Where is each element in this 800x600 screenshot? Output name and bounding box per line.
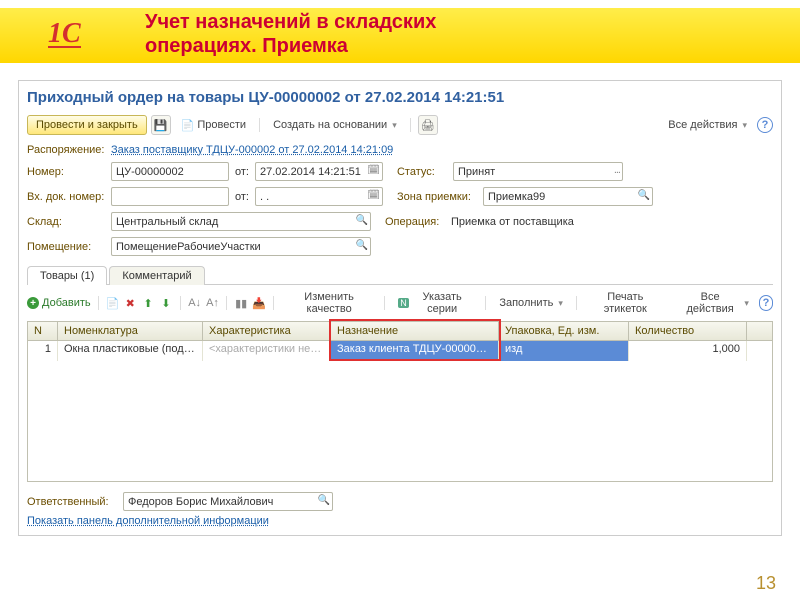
cell-characteristic: <характеристики не испол...	[203, 341, 331, 361]
lookup-icon[interactable]: 🔍	[356, 240, 368, 251]
col-packaging[interactable]: Упаковка, Ед. изм.	[499, 322, 629, 340]
lookup-icon[interactable]: 🔍	[318, 495, 330, 506]
row-room: Помещение: ПомещениеРабочиеУчастки🔍	[27, 234, 773, 259]
room-input[interactable]: ПомещениеРабочиеУчастки🔍	[111, 237, 371, 256]
tab-bar: Товары (1) Комментарий	[27, 265, 773, 285]
page-number: 13	[756, 573, 776, 594]
status-input[interactable]: Принят...	[453, 162, 623, 181]
label-room: Помещение:	[27, 241, 105, 253]
calendar-icon[interactable]: 🗓	[367, 190, 380, 201]
separator	[410, 118, 411, 132]
form-title: Приходный ордер на товары ЦУ-00000002 от…	[27, 87, 773, 112]
specify-series-button[interactable]: N Указать серии	[392, 289, 478, 317]
up-icon[interactable]: ⬆	[141, 295, 155, 311]
col-n[interactable]: N	[28, 322, 58, 340]
label-operation: Операция:	[385, 216, 445, 228]
ext-date-input[interactable]: . .🗓	[255, 187, 383, 206]
create-based-button[interactable]: Создать на основании	[267, 117, 403, 133]
label-status: Статус:	[397, 166, 447, 178]
save-icon[interactable]: 💾	[151, 115, 171, 135]
row-warehouse: Склад: Центральный склад🔍 Операция: Прие…	[27, 209, 773, 234]
order-link[interactable]: Заказ поставщику ТДЦУ-000002 от 27.02.20…	[111, 144, 393, 156]
cell-n: 1	[28, 341, 58, 361]
label-responsible: Ответственный:	[27, 496, 117, 508]
number-input[interactable]: ЦУ-00000002	[111, 162, 229, 181]
label-number: Номер:	[27, 166, 105, 178]
barcode-icon[interactable]: ▮▮	[234, 295, 248, 311]
print-labels-button[interactable]: Печать этикеток	[584, 289, 667, 317]
warehouse-input[interactable]: Центральный склад🔍	[111, 212, 371, 231]
label-order: Распоряжение:	[27, 144, 105, 156]
label-ext-number: Вх. док. номер:	[27, 191, 105, 203]
down-icon[interactable]: ⬇	[159, 295, 173, 311]
show-info-panel-link[interactable]: Показать панель дополнительной информаци…	[27, 511, 269, 527]
copy-icon[interactable]: 📄	[105, 295, 119, 311]
label-from: от:	[235, 191, 249, 203]
operation-value: Приемка от поставщика	[451, 216, 574, 228]
col-quantity[interactable]: Количество	[629, 322, 747, 340]
label-warehouse: Склад:	[27, 216, 105, 228]
help-icon[interactable]: ?	[759, 295, 773, 311]
row-order: Распоряжение: Заказ поставщику ТДЦУ-0000…	[27, 141, 773, 159]
select-icon[interactable]: ...	[614, 164, 620, 176]
all-actions-button[interactable]: Все действия	[662, 117, 753, 133]
label-from: от:	[235, 166, 249, 178]
sort-asc-icon[interactable]: A↓	[188, 295, 202, 311]
col-purpose[interactable]: Назначение	[331, 322, 499, 340]
grid-all-actions-button[interactable]: Все действия	[675, 289, 755, 317]
grid-toolbar: Добавить 📄 ✖ ⬆ ⬇ A↓ A↑ ▮▮ 📥 Изменить кач…	[27, 285, 773, 321]
date-input[interactable]: 27.02.2014 14:21:51🗓	[255, 162, 383, 181]
lookup-icon[interactable]: 🔍	[356, 215, 368, 226]
main-toolbar: Провести и закрыть 💾 📄 Провести Создать …	[27, 112, 773, 141]
row-number: Номер: ЦУ-00000002 от: 27.02.2014 14:21:…	[27, 159, 773, 184]
cell-packaging: изд	[499, 341, 629, 361]
table-row[interactable]: 1 Окна пластиковые (под за... <характери…	[28, 341, 772, 361]
print-icon[interactable]: 🖨	[418, 115, 438, 135]
post-button[interactable]: 📄 Провести	[175, 117, 252, 134]
ext-number-input[interactable]	[111, 187, 229, 206]
tab-goods[interactable]: Товары (1)	[27, 266, 107, 285]
label-zone: Зона приемки:	[397, 191, 477, 203]
fill-button[interactable]: Заполнить	[493, 295, 569, 311]
add-row-button[interactable]: Добавить	[27, 297, 91, 309]
separator	[259, 118, 260, 132]
post-and-close-button[interactable]: Провести и закрыть	[27, 115, 147, 135]
row-extdoc: Вх. док. номер: от: . .🗓 Зона приемки: П…	[27, 184, 773, 209]
help-icon[interactable]: ?	[757, 117, 773, 133]
logo-1c: 1С	[48, 18, 81, 50]
cell-quantity: 1,000	[629, 341, 747, 361]
form-window: Приходный ордер на товары ЦУ-00000002 от…	[18, 80, 782, 536]
col-nomenclature[interactable]: Номенклатура	[58, 322, 203, 340]
slide-title: Учет назначений в складских операциях. П…	[145, 10, 436, 58]
responsible-input[interactable]: Федоров Борис Михайлович🔍	[123, 492, 333, 511]
lookup-icon[interactable]: 🔍	[638, 190, 650, 201]
col-characteristic[interactable]: Характеристика	[203, 322, 331, 340]
sort-desc-icon[interactable]: A↑	[206, 295, 220, 311]
cell-purpose[interactable]: Заказ клиента ТДЦУ-000004 от 27.02.20...	[331, 341, 499, 361]
row-responsible: Ответственный: Федоров Борис Михайлович🔍	[27, 482, 773, 511]
delete-icon[interactable]: ✖	[123, 295, 137, 311]
slide-header: 1С Учет назначений в складских операциях…	[0, 0, 800, 80]
cell-nomenclature: Окна пластиковые (под за...	[58, 341, 203, 361]
slide-title-line1: Учет назначений в складских	[145, 11, 436, 33]
goods-grid: N Номенклатура Характеристика Назначение…	[27, 321, 773, 482]
slide-title-line2: операциях. Приемка	[145, 35, 348, 57]
change-quality-button[interactable]: Изменить качество	[281, 289, 378, 317]
tab-comment[interactable]: Комментарий	[109, 266, 204, 285]
calendar-icon[interactable]: 🗓	[367, 165, 380, 176]
zone-input[interactable]: Приемка99🔍	[483, 187, 653, 206]
grid-header: N Номенклатура Характеристика Назначение…	[28, 322, 772, 341]
import-icon[interactable]: 📥	[252, 295, 266, 311]
